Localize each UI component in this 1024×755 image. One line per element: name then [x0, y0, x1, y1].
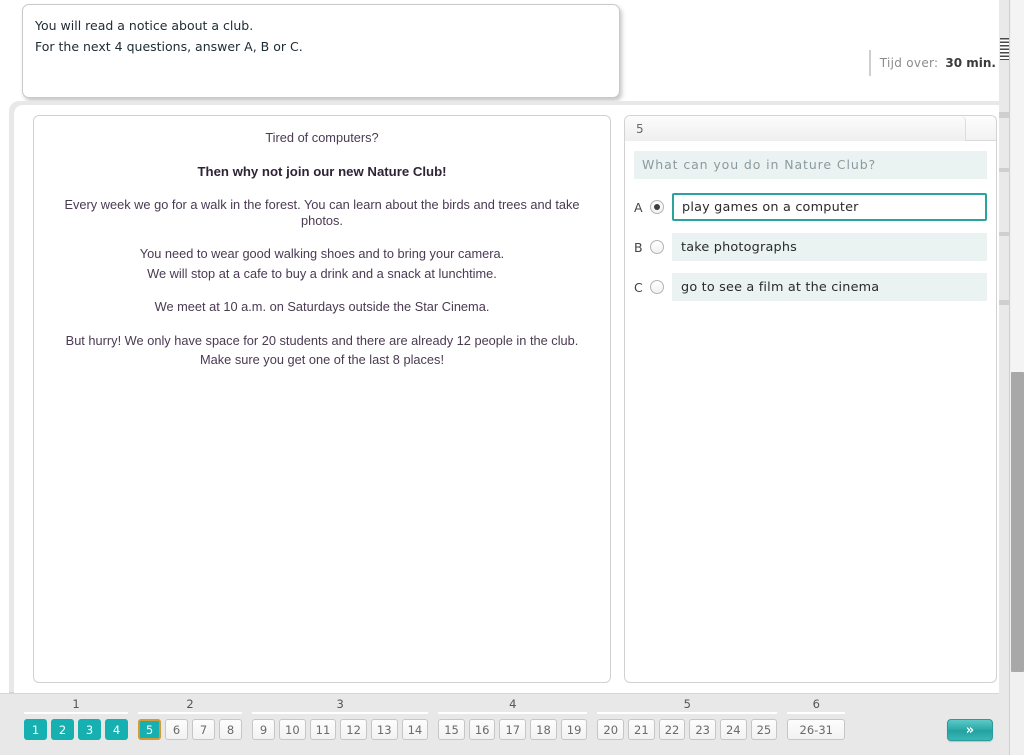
nav-question-button-2[interactable]: 2	[51, 719, 74, 740]
nav-group-label: 6	[812, 697, 820, 711]
nav-button-row: 5678	[138, 719, 242, 740]
nav-question-button-14[interactable]: 14	[401, 719, 429, 740]
passage-paragraph-2-line-1: You need to wear good walking shoes and …	[139, 246, 505, 261]
instruction-card: You will read a notice about a club. For…	[22, 4, 620, 98]
passage-paragraph-3: We meet at 10 a.m. on Saturdays outside …	[154, 299, 490, 314]
timer: Tijd over: 30 min.	[868, 50, 996, 76]
scrollbar-track[interactable]	[1011, 0, 1024, 372]
nav-group-1: 11234	[24, 694, 128, 740]
next-button[interactable]: »	[947, 719, 993, 741]
exam-page: You will read a notice about a club. For…	[0, 0, 1024, 755]
answer-text[interactable]: go to see a film at the cinema	[672, 273, 987, 301]
nav-question-button-4[interactable]: 4	[105, 719, 128, 740]
scrollbar-thumb[interactable]	[1011, 372, 1024, 672]
question-prompt: What can you do in Nature Club?	[634, 151, 987, 179]
answer-text[interactable]: take photographs	[672, 233, 987, 261]
nav-question-button-15[interactable]: 15	[438, 719, 465, 740]
nav-button-row: 26-31	[787, 719, 846, 740]
question-tab[interactable]: 5	[625, 116, 966, 141]
nav-question-button-7[interactable]: 7	[192, 719, 215, 740]
nav-group-label: 3	[336, 697, 344, 711]
nav-question-button-21[interactable]: 21	[628, 719, 655, 740]
nav-question-button-24[interactable]: 24	[719, 719, 747, 740]
nav-group-rule	[138, 712, 242, 714]
nav-group-rule	[787, 712, 846, 714]
nav-group-label: 1	[72, 697, 80, 711]
answer-text[interactable]: play games on a computer	[672, 193, 987, 221]
radio-button-c[interactable]	[650, 280, 664, 294]
nav-group-5: 5 20 21 22 23 24 25	[597, 694, 778, 740]
radio-button-a[interactable]	[650, 200, 664, 214]
background-page-bleed	[999, 0, 1009, 755]
passage-paragraph-1: Every week we go for a walk in the fores…	[64, 197, 580, 228]
nav-question-button-5[interactable]: 5	[138, 719, 161, 740]
double-chevron-right-icon: »	[965, 722, 975, 738]
timer-value: 30 min.	[945, 56, 996, 70]
nav-question-button-8[interactable]: 8	[219, 719, 242, 740]
question-number: 5	[636, 121, 644, 136]
passage-headline: Then why not join our new Nature Club!	[197, 163, 447, 179]
nav-group-list: 1 1 2 3 4 2 5 6 7 8 3 9 10 11 12 13 14 4 15 16 17 18 19 5 20 21 22…	[24, 694, 846, 740]
passage-hook: Tired of computers?	[265, 130, 379, 145]
passage-paragraph-2-line-2: We will stop at a cafe to buy a drink an…	[147, 265, 497, 281]
question-navbar: 1 1 2 3 4 2 5 6 7 8 3 9 10 11 12 13 14 4 15 16 17 18 19 5 20 21 22…	[0, 693, 1009, 755]
answer-option-a[interactable]: Aplay games on a computer	[634, 193, 987, 221]
nav-button-row: 9 10 11 12 13 14	[252, 719, 429, 740]
nav-button-row: 15 16 17 18 19	[438, 719, 588, 740]
nav-button-row: 20 21 22 23 24 25	[597, 719, 778, 740]
passage-paragraph-4-line-2: Make sure you get one of the last 8 plac…	[200, 352, 444, 367]
answer-options: Aplay games on a computer Btake photograp…	[634, 193, 987, 301]
nav-group-label: 4	[509, 697, 517, 711]
timer-label: Tijd over:	[879, 56, 939, 70]
background-block-1	[999, 112, 1009, 118]
instruction-line-2: For the next 4 questions, answer A, B or…	[35, 39, 303, 54]
nav-group-6: 6 26-31	[787, 694, 846, 740]
nav-question-button-3[interactable]: 3	[78, 719, 101, 740]
nav-group-label: 2	[186, 697, 194, 711]
nav-question-button-19[interactable]: 19	[560, 719, 588, 740]
passage-paragraph-4-line-1: But hurry! We only have space for 20 stu…	[65, 332, 579, 348]
nav-question-button-1[interactable]: 1	[24, 719, 47, 740]
nav-question-button-13[interactable]: 13	[370, 719, 398, 740]
nav-group-rule	[438, 712, 588, 714]
nav-group-rule	[252, 712, 429, 714]
background-block-4	[999, 300, 1009, 305]
instruction-line-1: You will read a notice about a club.	[35, 18, 254, 33]
nav-question-button-9[interactable]: 9	[252, 719, 275, 740]
answer-option-b[interactable]: Btake photographs	[634, 233, 987, 261]
nav-group-4: 4 15 16 17 18 19	[438, 694, 588, 740]
answer-letter: B	[634, 239, 643, 255]
nav-group-3: 3 9 10 11 12 13 14	[252, 694, 429, 740]
answer-letter: A	[634, 199, 643, 215]
nav-group-rule	[24, 712, 128, 714]
nav-group-label: 5	[683, 697, 691, 711]
question-body: What can you do in Nature Club? Aplay ga…	[625, 141, 996, 301]
nav-question-button-11[interactable]: 11	[309, 719, 337, 740]
background-block-3	[999, 232, 1009, 236]
background-block-2	[999, 168, 1009, 172]
nav-question-button-23[interactable]: 23	[689, 719, 716, 740]
answer-option-c[interactable]: Cgo to see a film at the cinema	[634, 273, 987, 301]
nav-question-button-22[interactable]: 22	[658, 719, 686, 740]
answer-letter: C	[634, 279, 643, 295]
nav-group-2: 2 5678	[138, 694, 242, 740]
nav-question-button-12[interactable]: 12	[340, 719, 367, 740]
reading-passage: Tired of computers? Then why not join ou…	[33, 115, 611, 683]
browser-scrollbar[interactable]	[1009, 0, 1024, 755]
background-text-lines	[1000, 38, 1009, 60]
nav-question-button-6[interactable]: 6	[165, 719, 188, 740]
question-panel: 5 What can you do in Nature Club? Aplay …	[624, 115, 997, 683]
nav-question-button-18[interactable]: 18	[530, 719, 557, 740]
nav-question-button-26-31[interactable]: 26-31	[787, 719, 846, 740]
nav-group-rule	[597, 712, 778, 714]
nav-question-button-16[interactable]: 16	[468, 719, 496, 740]
nav-question-button-17[interactable]: 17	[499, 719, 527, 740]
radio-button-b[interactable]	[650, 240, 664, 254]
nav-question-button-10[interactable]: 10	[279, 719, 306, 740]
nav-question-button-20[interactable]: 20	[597, 719, 625, 740]
question-tabstrip: 5	[625, 116, 996, 141]
nav-question-button-25[interactable]: 25	[750, 719, 778, 740]
nav-button-row: 1234	[24, 719, 128, 740]
